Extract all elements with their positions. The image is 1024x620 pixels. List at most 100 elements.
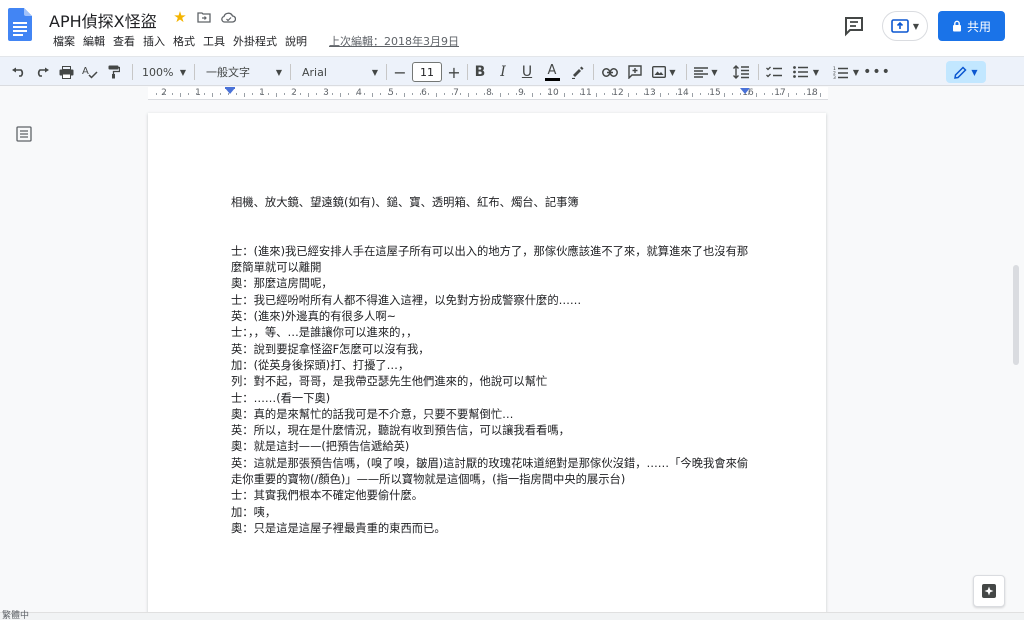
chevron-down-icon: ▼ [971,67,978,77]
insert-link-icon[interactable] [599,57,621,87]
ruler-tick [572,93,573,95]
undo-icon[interactable] [8,57,28,87]
ruler-tick [324,93,325,95]
ruler-tick [412,93,413,95]
dialogue-line: 加：(從英身後探頭)打、打擾了…， [231,358,410,372]
last-edit-link[interactable]: 上次編輯：2018年3月9日 [325,34,463,50]
checklist-icon[interactable] [763,57,785,87]
ruler-tick [356,93,357,95]
highlight-icon[interactable] [566,57,588,87]
ruler-tick [164,93,165,95]
redo-icon[interactable] [32,57,52,87]
numbered-list-icon: 123 [833,66,848,79]
dialogue-line: 英：所以，現在是什麼情況，聽說有收到預告信，可以讓我看看嗎， [231,424,570,438]
zoom-select[interactable]: 100% ▼ [138,57,190,87]
header: APH偵探X怪盜 ★ 檔案 編輯 查看 插入 格式 工具 外掛程式 說明 上次編… [0,0,1024,56]
dialogue-line: 士：……(看一下奧) [231,391,331,405]
ruler-tick [292,93,293,95]
align-button[interactable]: ▼ [690,57,722,87]
ruler-tick [820,93,821,97]
ruler-tick [676,93,677,95]
ruler-tick [244,93,245,97]
font-size-input[interactable]: 11 [412,62,442,82]
dialogue-line: 士：其實我們根本不確定他要偷什麼。 [231,489,424,503]
first-line-indent-marker[interactable] [225,87,235,89]
menu-insert[interactable]: 插入 [139,34,169,50]
document-body[interactable]: 相機、放大鏡、望遠鏡(如有)、鎚、寶、透明箱、紅布、燭台、記事簿 士：(進來)我已… [231,195,751,537]
ruler-tick [684,93,685,95]
toolbar-divider [132,64,133,80]
ruler-tick [612,93,613,95]
title-icons: ★ [172,8,236,26]
move-folder-icon[interactable] [196,9,212,25]
increase-font-size-button[interactable]: + [444,57,464,87]
add-comment-icon[interactable] [624,57,646,87]
spellcheck-icon[interactable]: A [80,57,100,87]
chevron-down-icon: ▼ [852,67,860,77]
text-color-button[interactable]: A [541,57,563,87]
decrease-font-size-button[interactable]: − [390,57,410,87]
dialogue-line: 士：我已經吩咐所有人都不得進入這裡，以免對方扮成警察什麼的…… [231,293,582,307]
document-title[interactable]: APH偵探X怪盜 [49,8,157,32]
menu-format[interactable]: 格式 [169,34,199,50]
ruler-tick [660,93,661,97]
ruler-tick [644,93,645,95]
ruler-tick [268,93,269,95]
ruler-tick [724,93,725,97]
ruler-tick [764,93,765,95]
paint-format-icon[interactable] [104,57,124,87]
ruler-tick [756,93,757,97]
font-select[interactable]: Arial ▼ [298,57,382,87]
document-outline-icon[interactable] [16,126,32,142]
ruler-track[interactable]: 21123456789101112131415161718 [148,87,828,100]
style-select[interactable]: 一般文字 ▼ [202,57,286,87]
star-icon[interactable]: ★ [172,8,188,26]
ruler-tick [732,93,733,95]
ruler-tick [772,93,773,95]
editing-mode-button[interactable]: ▼ [946,61,986,83]
ruler-tick [364,93,365,95]
right-indent-marker[interactable] [740,88,750,94]
chevron-down-icon: ▼ [669,67,676,77]
horizontal-ruler: 21123456789101112131415161718 [0,87,1024,100]
menu-help[interactable]: 說明 [281,34,311,50]
present-icon [891,19,909,33]
ruler-tick [452,93,453,95]
menu-view[interactable]: 查看 [109,34,139,50]
docs-logo-icon[interactable] [8,8,32,41]
present-button[interactable]: ▼ [882,11,928,41]
ruler-tick [260,93,261,95]
menu-edit[interactable]: 編輯 [79,34,109,50]
share-button[interactable]: 共用 [938,11,1005,41]
underline-button[interactable]: U [517,57,537,87]
ruler-tick [252,93,253,95]
ruler-number: 8 [486,88,492,98]
align-left-icon [694,66,709,78]
print-icon[interactable] [56,57,76,87]
ruler-tick [284,93,285,95]
scrollbar-thumb[interactable] [1013,265,1019,365]
numbered-list-button[interactable]: 123 ▼ [828,57,864,87]
ruler-tick [492,93,493,95]
chevron-down-icon: ▼ [812,67,820,77]
menu-tools[interactable]: 工具 [199,34,229,50]
insert-image-button[interactable]: ▼ [649,57,679,87]
ruler-tick [596,93,597,97]
ruler-number: 11 [580,88,592,98]
italic-button[interactable]: I [493,57,513,87]
menu-file[interactable]: 檔案 [49,34,79,50]
menu-addons[interactable]: 外掛程式 [229,34,281,50]
dialogue-line: 英：(進來)外邊真的有很多人啊~ [231,310,397,324]
bold-button[interactable]: B [470,57,490,87]
svg-text:3: 3 [833,75,836,79]
toolbar: A 100% ▼ 一般文字 ▼ Arial ▼ − 11 + B I U A ▼… [0,56,1024,86]
bulleted-list-button[interactable]: ▼ [788,57,824,87]
more-options-icon[interactable]: ••• [863,57,890,87]
toolbar-divider [593,64,594,80]
line-spacing-icon[interactable] [730,57,752,87]
explore-button[interactable] [973,575,1005,607]
ruler-tick [348,93,349,95]
cloud-status-icon[interactable] [220,9,236,25]
ruler-tick [460,93,461,95]
comment-history-icon[interactable] [842,14,866,38]
